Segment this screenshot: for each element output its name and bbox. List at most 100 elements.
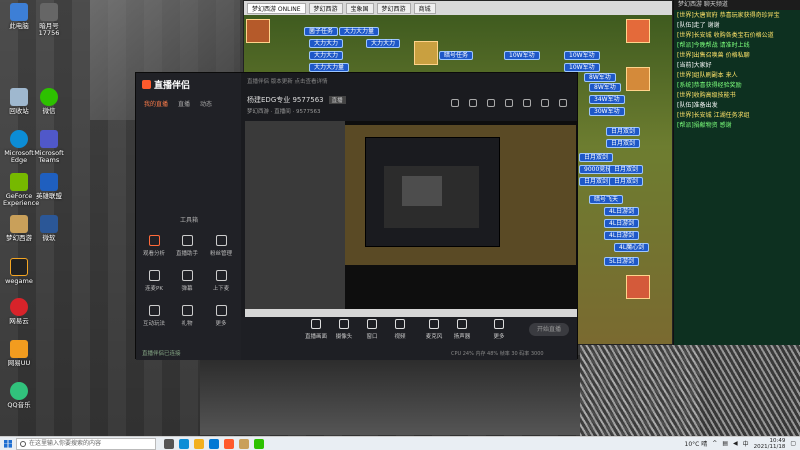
desktop-icon-user[interactable]: 暗月号 17756 [33,3,65,37]
game-label[interactable]: 4L日游剑 [604,207,640,216]
file-explorer-icon[interactable] [194,438,204,449]
game-label[interactable]: 日月双剑 [606,139,641,148]
share-icon[interactable] [451,99,459,107]
desktop-icon-wechat[interactable]: 微信 [33,88,65,115]
source-camera-button[interactable]: 摄像头 [331,319,357,340]
game-tab[interactable]: 宝象国 [345,2,374,14]
chevron-up-icon[interactable]: ^ [712,440,717,447]
desktop-icon-netease-music[interactable]: 网易云 [3,298,35,325]
interact-icon [148,305,160,316]
lock-icon[interactable] [469,99,477,107]
game-label[interactable]: 日月双剑 [579,153,614,162]
desktop-icon-lol[interactable]: 英雄联盟 [33,173,65,200]
source-video-button[interactable]: 视频 [387,319,413,340]
desktop-icon-qq-music[interactable]: QQ音乐 [3,382,35,409]
game-tab[interactable]: 梦幻西游 [376,2,411,14]
start-live-button[interactable]: 开始直播 [529,323,569,336]
source-window-button[interactable]: 窗口 [359,319,385,340]
wechat-icon[interactable] [254,438,264,449]
minimize-icon[interactable] [541,99,549,107]
desktop-icon-recycle-bin[interactable]: 回收站 [3,88,35,115]
game-tab[interactable]: 梦幻西游 ONLINE [247,2,306,14]
game-tab[interactable]: 梦幻西游 [308,2,343,14]
stream-preview[interactable] [245,121,577,317]
tool-fans[interactable]: 粉丝管理 [208,235,234,257]
start-button[interactable] [0,437,16,450]
desktop-icon-wegame[interactable]: wegame [3,258,35,285]
source-toolbar: 直播画面 摄像头 窗口 视频 麦克风 扬声器 更多 开始直播 CPU 24% 内… [241,317,577,360]
taskbar-search-input[interactable]: 在这里输入你要搜索的内容 [16,437,156,450]
game-label[interactable]: 34W军功 [589,95,625,104]
streaming-app-window[interactable]: 直播伴侣 我的直播 直播 动态 工具箱 观看分析 直播助手 粉丝管理 连麦PK … [135,72,578,360]
game-label[interactable]: 大力大力 [366,39,401,48]
game-label[interactable]: 4L日游剑 [604,231,640,240]
input-language[interactable]: 中 [743,439,749,448]
tool-interact[interactable]: 互动玩法 [141,305,167,327]
game-label[interactable]: 日月双剑 [579,177,614,186]
tab-live[interactable]: 直播 [178,99,190,108]
more-sources-button[interactable]: 更多 [486,319,512,340]
tool-analytics[interactable]: 观看分析 [141,235,167,257]
close-icon[interactable] [559,99,567,107]
network-icon[interactable]: ▤ [722,440,728,447]
game-label[interactable]: 菌子任务 [304,27,339,36]
npc-portrait[interactable] [626,67,650,91]
tool-pk[interactable]: 连麦PK [141,270,167,292]
game-label[interactable]: 4L魔心剑 [614,243,650,252]
game-icon[interactable] [239,438,249,449]
tool-more[interactable]: 更多 [208,305,234,327]
npc-portrait[interactable] [626,19,650,43]
game-label[interactable]: 日月双剑 [609,165,644,174]
desktop-icon-this-pc[interactable]: 此电脑 [3,3,35,30]
tab-feed[interactable]: 动态 [200,99,212,108]
game-icon [10,215,28,233]
game-label[interactable]: 日月双剑 [606,127,641,136]
game-label[interactable]: 大力大力量 [309,63,350,72]
document-icon [40,173,58,191]
npc-portrait[interactable] [414,41,438,65]
game-chat-panel[interactable]: 梦幻西游 聊天频道 [世界]大唐官府 恭喜玩家获得奇珍异宝 [队伍]走了 谢谢 [世… [673,0,800,345]
npc-portrait[interactable] [626,275,650,299]
game-label[interactable]: 30W军功 [589,107,625,116]
tool-mic[interactable]: 上下麦 [208,270,234,292]
gift-box-icon[interactable] [487,99,495,107]
notification-icon[interactable]: ▢ [790,440,796,447]
source-screen-button[interactable]: 直播画面 [303,319,329,340]
tool-assistant[interactable]: 直播助手 [174,235,200,257]
game-label[interactable]: 8W军功 [589,83,621,92]
desktop-icon-teams[interactable]: Microsoft Teams [33,130,65,164]
clock[interactable]: 10:49 2021/11/18 [754,438,786,450]
bell-icon[interactable] [505,99,513,107]
game-tab[interactable]: 商城 [413,2,436,14]
tool-danmaku[interactable]: 弹幕 [174,270,200,292]
streaming-app-icon[interactable] [224,438,234,449]
game-label[interactable]: 10W军功 [564,51,600,60]
task-view-icon[interactable] [164,438,174,449]
edge-icon[interactable] [179,438,189,449]
store-icon[interactable] [209,438,219,449]
volume-icon[interactable]: ◀ [733,440,738,447]
desktop-icon-edge[interactable]: Microsoft Edge [3,130,35,164]
game-label[interactable]: 暗号任务 [439,51,474,60]
game-label[interactable]: 大力大力 [309,39,344,48]
player-portrait[interactable] [246,19,270,43]
desktop-icon-geforce[interactable]: GeForce Experience [3,173,39,207]
microphone-button[interactable]: 麦克风 [421,319,447,340]
game-label[interactable]: 4L日游剑 [604,219,640,228]
weather-widget[interactable]: 10°C 晴 [685,439,708,448]
tool-gift[interactable]: 礼物 [174,305,200,327]
desktop-icon-uu[interactable]: 网易UU [3,340,35,367]
settings-icon[interactable] [523,99,531,107]
desktop-icon-word[interactable]: 微软 [33,215,65,242]
desktop-icon-mhxy[interactable]: 梦幻西游 [3,215,35,242]
game-label[interactable]: 日月双剑 [609,177,644,186]
game-label[interactable]: 10W军功 [564,63,600,72]
game-label[interactable]: 5L日游剑 [604,257,640,266]
game-label[interactable]: 大力大力 [309,51,344,60]
game-label[interactable]: 8W军功 [584,73,616,82]
speaker-button[interactable]: 扬声器 [449,319,475,340]
game-label[interactable]: 大力大力量 [339,27,380,36]
game-label[interactable]: 10W军功 [504,51,540,60]
tab-my-live[interactable]: 我的直播 [144,99,168,108]
game-label[interactable]: 暗号飞天 [589,195,624,204]
